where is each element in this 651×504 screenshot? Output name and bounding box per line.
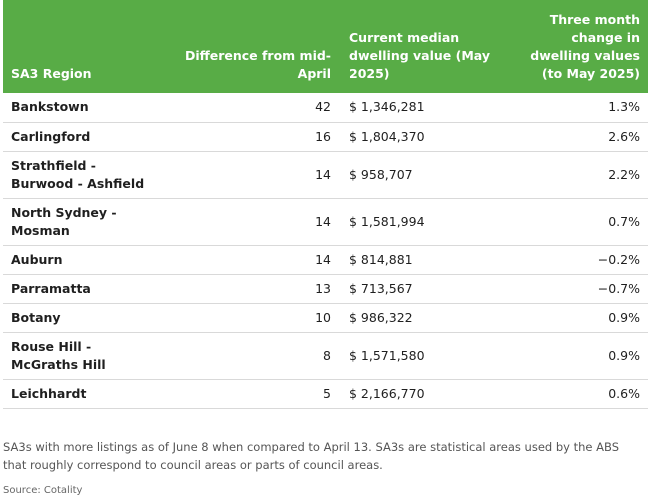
cell-value: $ 713,567 <box>349 280 413 296</box>
cell-value: $ 958,707 <box>349 166 413 182</box>
header-change: Three month change in dwelling values (t… <box>530 12 640 81</box>
cell-region: Rouse Hill - McGraths Hill <box>11 338 106 372</box>
cell-change: 0.9% <box>608 309 640 325</box>
cell-change: 2.6% <box>608 128 640 144</box>
cell-difference: 5 <box>323 385 331 401</box>
table-row: Rouse Hill - McGraths Hill 8 $ 1,571,580… <box>3 332 648 379</box>
header-value: Current median dwelling value (May 2025) <box>349 30 490 81</box>
cell-region: Strathfield - Burwood - Ashfield <box>11 157 145 191</box>
cell-value: $ 814,881 <box>349 251 413 267</box>
table-row: North Sydney - Mosman 14 $ 1,581,994 0.7… <box>3 198 648 245</box>
cell-difference: 14 <box>315 251 331 267</box>
cell-region: Botany <box>11 309 61 325</box>
cell-change: −0.2% <box>597 251 640 267</box>
cell-change: 1.3% <box>608 99 640 115</box>
cell-value: $ 1,581,994 <box>349 213 425 229</box>
cell-region: Bankstown <box>11 99 89 115</box>
table-row: Parramatta 13 $ 713,567 −0.7% <box>3 274 648 303</box>
cell-difference: 13 <box>315 280 331 296</box>
cell-change: 2.2% <box>608 166 640 182</box>
cell-region: Auburn <box>11 251 63 267</box>
header-region: SA3 Region <box>11 66 92 81</box>
cell-region: Parramatta <box>11 280 91 296</box>
cell-change: 0.9% <box>608 347 640 363</box>
cell-difference: 42 <box>315 99 331 115</box>
cell-change: 0.6% <box>608 385 640 401</box>
cell-value: $ 2,166,770 <box>349 385 425 401</box>
table-row: Strathfield - Burwood - Ashfield 14 $ 95… <box>3 151 648 198</box>
cell-region: Carlingford <box>11 128 91 144</box>
source-credit: Source: Cotality <box>3 485 83 496</box>
table-row: Carlingford 16 $ 1,804,370 2.6% <box>3 122 648 151</box>
table-row: Botany 10 $ 986,322 0.9% <box>3 303 648 332</box>
cell-change: −0.7% <box>597 280 640 296</box>
table-body: Bankstown 42 $ 1,346,281 1.3% Carlingfor… <box>3 93 648 408</box>
cell-value: $ 986,322 <box>349 309 413 325</box>
cell-difference: 10 <box>315 309 331 325</box>
cell-value: $ 1,346,281 <box>349 99 425 115</box>
table-row: Leichhardt 5 $ 2,166,770 0.6% <box>3 379 648 408</box>
table-header: SA3 Region Difference from mid-April Cur… <box>3 0 648 93</box>
header-difference: Difference from mid-April <box>184 48 331 81</box>
cell-value: $ 1,804,370 <box>349 128 425 144</box>
cell-value: $ 1,571,580 <box>349 347 425 363</box>
cell-region: North Sydney - Mosman <box>11 204 117 238</box>
cell-difference: 8 <box>323 347 331 363</box>
cell-difference: 14 <box>315 166 331 182</box>
table-row: Bankstown 42 $ 1,346,281 1.3% <box>3 93 648 122</box>
cell-change: 0.7% <box>608 213 640 229</box>
table-footnote: SA3s with more listings as of June 8 whe… <box>3 440 619 472</box>
cell-region: Leichhardt <box>11 385 87 401</box>
table-row: Auburn 14 $ 814,881 −0.2% <box>3 245 648 274</box>
sa3-listings-table: SA3 Region Difference from mid-April Cur… <box>3 0 648 409</box>
cell-difference: 14 <box>315 213 331 229</box>
cell-difference: 16 <box>315 128 331 144</box>
data-table-figure: SA3 Region Difference from mid-April Cur… <box>0 0 651 504</box>
header-row: SA3 Region Difference from mid-April Cur… <box>3 0 648 93</box>
